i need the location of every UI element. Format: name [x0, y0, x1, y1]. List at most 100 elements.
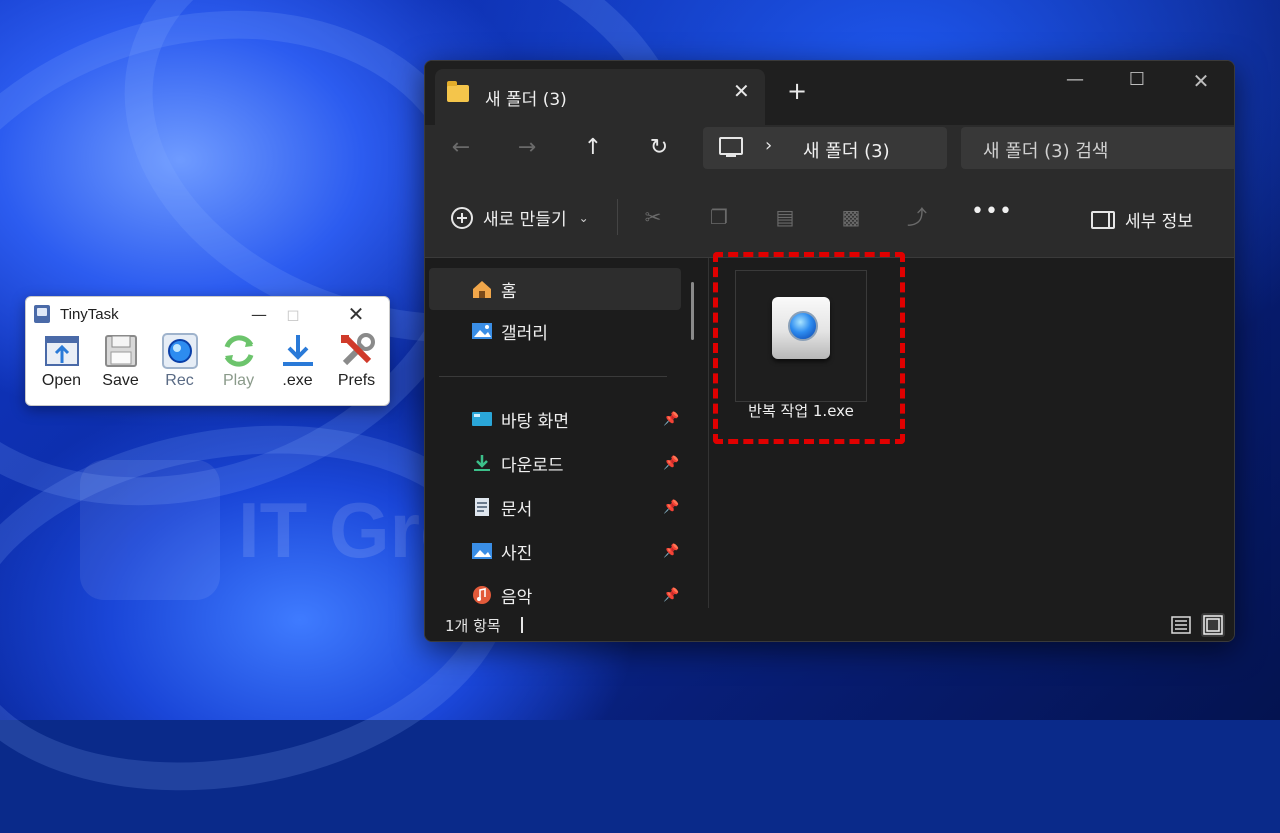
status-bar: 1개 항목 — [425, 609, 1234, 641]
pin-icon[interactable]: 📌 — [663, 456, 679, 471]
sidebar-item-label: 다운로드 — [501, 455, 564, 476]
prefs-label: Prefs — [337, 372, 376, 389]
compile-exe-button[interactable]: .exe — [268, 331, 327, 397]
gallery-icon — [471, 321, 493, 341]
sidebar-item-label: 홈 — [501, 281, 517, 302]
file-name[interactable]: 반복 작업 1.exe — [717, 400, 885, 421]
tab-close-icon[interactable]: ✕ — [733, 79, 750, 103]
details-pane-icon — [1091, 210, 1115, 229]
tinytask-app-icon — [34, 305, 50, 323]
tinytask-title: TinyTask — [60, 305, 119, 323]
copy-icon[interactable]: ❐ — [707, 205, 731, 229]
navigation-pane: 홈 갤러리 바탕 화면 📌 다운로드 📌 문서 📌 사진 📌 음악 📌 — [425, 258, 707, 608]
sidebar-scrollbar[interactable] — [691, 282, 694, 340]
tab-bar: 새 폴더 (3) ✕ + — ☐ ✕ — [425, 61, 1234, 125]
pictures-icon — [471, 541, 493, 561]
play-label: Play — [222, 372, 255, 389]
new-label: 새로 만들기 — [483, 210, 567, 230]
breadcrumb-current[interactable]: 새 폴더 (3) — [803, 137, 890, 163]
sidebar-item-label: 사진 — [501, 543, 533, 564]
open-icon — [42, 331, 82, 371]
record-label: Rec — [165, 372, 194, 389]
sidebar-item-documents[interactable]: 문서 📌 — [429, 486, 681, 528]
home-icon — [471, 279, 493, 299]
address-bar[interactable]: › 새 폴더 (3) — [703, 127, 947, 169]
sidebar-item-downloads[interactable]: 다운로드 📌 — [429, 442, 681, 484]
command-bar: 새로 만들기 ⌄ ✂ ❐ ▤ ▩ ⤴ ••• 세부 정보 — [425, 177, 1234, 258]
open-label: Open — [41, 372, 82, 389]
file-list: 반복 작업 1.exe — [709, 252, 1233, 608]
save-icon — [101, 331, 141, 371]
music-icon — [471, 585, 493, 605]
chevron-right-icon[interactable]: › — [765, 135, 772, 156]
details-view-icon — [1171, 616, 1191, 634]
paste-icon[interactable]: ▤ — [773, 205, 797, 229]
save-button[interactable]: Save — [91, 331, 150, 397]
record-orb-icon — [788, 311, 818, 341]
chevron-down-icon: ⌄ — [578, 210, 589, 225]
search-placeholder: 새 폴더 (3) 검색 — [983, 141, 1109, 162]
forward-button[interactable]: → — [509, 135, 545, 160]
prefs-icon — [337, 331, 377, 371]
up-button[interactable]: ↑ — [575, 135, 611, 160]
compile-exe-label: .exe — [282, 372, 313, 389]
open-button[interactable]: Open — [32, 331, 91, 397]
item-count: 1개 항목 — [445, 617, 501, 635]
divider — [617, 199, 618, 235]
details-button[interactable]: 세부 정보 — [1091, 207, 1193, 232]
new-tab-button[interactable]: + — [787, 77, 807, 105]
sidebar-item-label: 갤러리 — [501, 323, 548, 344]
tinytask-titlebar[interactable]: TinyTask — ◻ ✕ — [26, 297, 389, 331]
divider — [521, 617, 523, 633]
documents-icon — [471, 497, 493, 517]
pin-icon[interactable]: 📌 — [663, 500, 679, 515]
tab-new-folder-3[interactable]: 새 폴더 (3) ✕ — [435, 69, 765, 125]
navigation-bar: ← → ↑ ↻ › 새 폴더 (3) 새 폴더 (3) 검색 — [425, 125, 1234, 177]
minimize-button[interactable]: — — [244, 301, 274, 327]
maximize-button[interactable]: ◻ — [278, 301, 308, 327]
this-pc-icon — [719, 137, 743, 157]
sidebar-item-home[interactable]: 홈 — [429, 268, 681, 310]
refresh-button[interactable]: ↻ — [641, 135, 677, 160]
window-minimize-button[interactable]: — — [1055, 69, 1095, 90]
rename-icon[interactable]: ▩ — [839, 205, 863, 229]
details-label: 세부 정보 — [1125, 212, 1193, 232]
desktop-icon — [471, 409, 493, 429]
details-view-button[interactable] — [1169, 613, 1193, 637]
tinytask-exe-icon — [772, 297, 830, 359]
new-button[interactable]: 새로 만들기 ⌄ — [451, 205, 589, 230]
search-input[interactable]: 새 폴더 (3) 검색 — [961, 127, 1234, 169]
sidebar-item-label: 문서 — [501, 499, 533, 520]
sidebar-item-pictures[interactable]: 사진 📌 — [429, 530, 681, 572]
download-icon — [471, 453, 493, 473]
sidebar-item-label: 음악 — [501, 587, 533, 608]
play-button[interactable]: Play — [209, 331, 268, 397]
file-item[interactable] — [735, 270, 867, 402]
sidebar-item-label: 바탕 화면 — [501, 411, 569, 432]
tinytask-window: TinyTask — ◻ ✕ Open Save Rec Play .exe P… — [25, 296, 390, 406]
file-explorer-window: 새 폴더 (3) ✕ + — ☐ ✕ ← → ↑ ↻ › 새 폴더 (3) 새 … — [424, 60, 1235, 642]
pin-icon[interactable]: 📌 — [663, 544, 679, 559]
pin-icon[interactable]: 📌 — [663, 588, 679, 603]
close-button[interactable]: ✕ — [341, 301, 371, 327]
share-icon[interactable]: ⤴ — [905, 205, 929, 229]
tinytask-toolbar: Open Save Rec Play .exe Prefs — [26, 331, 389, 397]
more-options-button[interactable]: ••• — [971, 199, 1013, 224]
pin-icon[interactable]: 📌 — [663, 412, 679, 427]
tab-label: 새 폴더 (3) — [485, 90, 567, 110]
large-icons-view-button[interactable] — [1201, 613, 1225, 637]
plus-circle-icon — [451, 206, 473, 229]
window-close-button[interactable]: ✕ — [1181, 69, 1221, 93]
prefs-button[interactable]: Prefs — [327, 331, 386, 397]
window-maximize-button[interactable]: ☐ — [1117, 69, 1157, 90]
record-icon — [160, 331, 200, 371]
record-button[interactable]: Rec — [150, 331, 209, 397]
sidebar-item-desktop[interactable]: 바탕 화면 📌 — [429, 398, 681, 440]
folder-icon — [447, 81, 469, 102]
watermark-logo — [80, 460, 220, 600]
back-button[interactable]: ← — [443, 135, 479, 160]
sidebar-item-gallery[interactable]: 갤러리 — [429, 310, 681, 352]
large-icons-view-icon — [1203, 615, 1223, 635]
play-icon — [219, 331, 259, 371]
cut-icon[interactable]: ✂ — [641, 205, 665, 229]
